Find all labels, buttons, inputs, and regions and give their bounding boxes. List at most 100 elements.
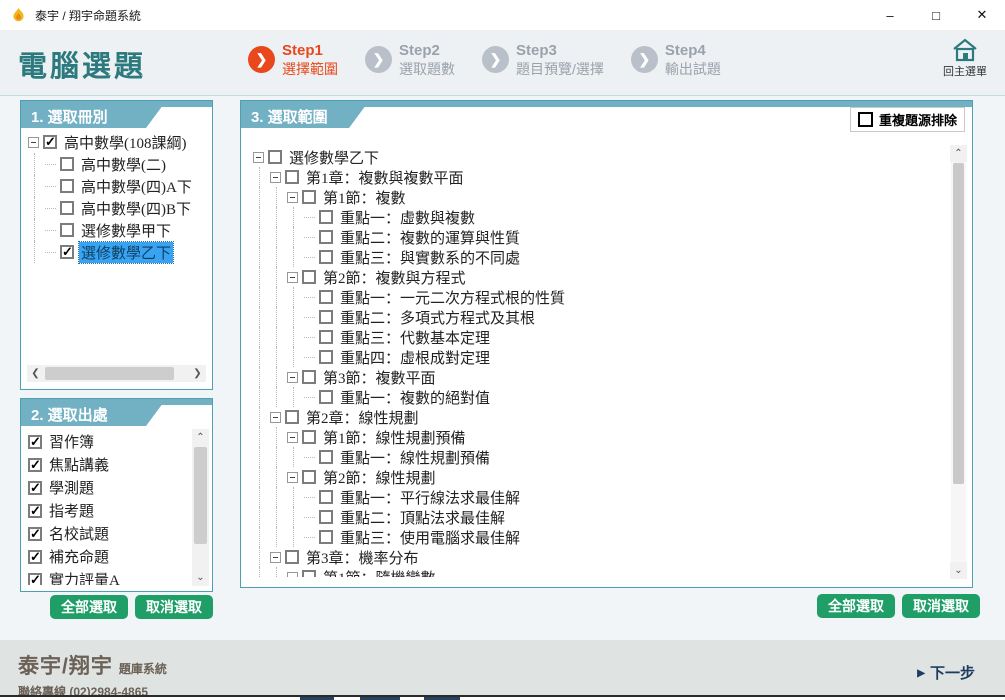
deselect-all-button[interactable]: 取消選取 (135, 595, 213, 619)
checkbox[interactable] (319, 250, 333, 264)
maximize-icon[interactable]: □ (913, 0, 959, 30)
checkbox[interactable]: ✓ (28, 527, 42, 541)
collapse-toggle-icon[interactable] (287, 372, 298, 383)
step-step4[interactable]: ❯Step4輸出試題 (631, 41, 721, 78)
scope-item-label[interactable]: 第3節：複數平面 (321, 367, 438, 388)
book-item-label[interactable]: 高中數學(四)B下 (79, 198, 193, 219)
collapse-toggle-icon[interactable] (287, 192, 298, 203)
collapse-toggle-icon[interactable] (253, 152, 264, 163)
collapse-toggle-icon[interactable] (287, 272, 298, 283)
book-item-label[interactable]: 高中數學(二) (79, 154, 168, 175)
step-step1[interactable]: ❯Step1選擇範圍 (248, 41, 338, 78)
deselect-all-button[interactable]: 取消選取 (902, 594, 980, 618)
checkbox[interactable] (285, 550, 299, 564)
dedupe-checkbox[interactable] (858, 112, 873, 127)
scope-item-label[interactable]: 重點一：平行線法求最佳解 (338, 487, 522, 508)
checkbox[interactable] (60, 223, 74, 237)
select-all-button[interactable]: 全部選取 (817, 594, 895, 618)
checkbox[interactable] (60, 201, 74, 215)
source-item-label[interactable]: 學測題 (47, 477, 96, 498)
book-item-label[interactable]: 高中數學(108課綱) (62, 132, 189, 153)
scope-item-label[interactable]: 重點二：多項式方程式及其根 (338, 307, 537, 328)
scrollbar-thumb[interactable] (953, 163, 964, 484)
panel1-horizontal-scrollbar[interactable]: ❮ ❯ (27, 365, 206, 382)
collapse-toggle-icon[interactable] (287, 472, 298, 483)
checkbox[interactable] (268, 150, 282, 164)
checkbox[interactable] (319, 530, 333, 544)
minimize-icon[interactable]: – (867, 0, 913, 30)
dedupe-option[interactable]: 重複題源排除 (850, 107, 965, 132)
scope-item-label[interactable]: 第3章：機率分布 (304, 547, 421, 568)
checkbox[interactable]: ✓ (28, 458, 42, 472)
checkbox[interactable] (60, 179, 74, 193)
home-button[interactable]: 回主選單 (935, 37, 995, 79)
scope-item-label[interactable]: 重點二：複數的運算與性質 (338, 227, 522, 248)
source-item-label[interactable]: 指考題 (47, 500, 96, 521)
checkbox[interactable]: ✓ (28, 550, 42, 564)
checkbox[interactable] (302, 270, 316, 284)
scroll-down-icon[interactable]: ⌄ (950, 562, 967, 579)
book-item-label[interactable]: 選修數學乙下 (79, 242, 173, 263)
scope-item-label[interactable]: 重點三：代數基本定理 (338, 327, 492, 348)
scope-item-label[interactable]: 第2章：線性規劃 (304, 407, 421, 428)
checkbox[interactable] (319, 290, 333, 304)
source-item-label[interactable]: 補充命題 (47, 546, 111, 567)
scroll-right-icon[interactable]: ❯ (189, 365, 206, 382)
checkbox[interactable] (302, 370, 316, 384)
collapse-toggle-icon[interactable] (270, 552, 281, 563)
checkbox[interactable] (319, 310, 333, 324)
source-item-label[interactable]: 習作簿 (47, 431, 96, 452)
scroll-up-icon[interactable]: ⌃ (950, 145, 967, 162)
scope-item-label[interactable]: 第1節：隨機變數 (321, 567, 438, 578)
scope-item-label[interactable]: 重點一：複數的絕對值 (338, 387, 492, 408)
panel2-vertical-scrollbar[interactable]: ⌃ ⌄ (192, 429, 209, 586)
scope-item-label[interactable]: 重點一：一元二次方程式根的性質 (338, 287, 567, 308)
scope-item-label[interactable]: 重點一：虛數與複數 (338, 207, 477, 228)
source-item-label[interactable]: 實力評量A (47, 569, 122, 585)
panel3-vertical-scrollbar[interactable]: ⌃ ⌄ (951, 145, 966, 579)
step-step3[interactable]: ❯Step3題目預覽/選擇 (482, 41, 604, 78)
checkbox[interactable]: ✓ (28, 504, 42, 518)
checkbox[interactable]: ✓ (28, 435, 42, 449)
checkbox[interactable] (319, 510, 333, 524)
scope-item-label[interactable]: 重點四：虛根成對定理 (338, 347, 492, 368)
scope-item-label[interactable]: 重點三：使用電腦求最佳解 (338, 527, 522, 548)
step-step2[interactable]: ❯Step2選取題數 (365, 41, 455, 78)
scope-item-label[interactable]: 重點三：與實數系的不同處 (338, 247, 522, 268)
scope-item-label[interactable]: 重點一：線性規劃預備 (338, 447, 492, 468)
scrollbar-thumb[interactable] (194, 447, 207, 544)
checkbox[interactable] (302, 570, 316, 577)
book-item-label[interactable]: 高中數學(四)A下 (79, 176, 194, 197)
scope-item-label[interactable]: 第1章：複數與複數平面 (304, 167, 466, 188)
checkbox[interactable]: ✓ (60, 245, 74, 259)
scope-item-label[interactable]: 第2節：複數與方程式 (321, 267, 468, 288)
scope-item-label[interactable]: 第1節：複數 (321, 187, 408, 208)
checkbox[interactable] (302, 430, 316, 444)
collapse-toggle-icon[interactable] (270, 412, 281, 423)
checkbox[interactable] (319, 210, 333, 224)
scroll-up-icon[interactable]: ⌃ (192, 429, 209, 446)
scroll-down-icon[interactable]: ⌄ (192, 569, 209, 586)
select-all-button[interactable]: 全部選取 (50, 595, 128, 619)
next-step-button[interactable]: ▶下一步 (917, 662, 975, 683)
scrollbar-thumb[interactable] (45, 367, 174, 380)
checkbox[interactable]: ✓ (28, 481, 42, 495)
collapse-toggle-icon[interactable] (270, 172, 281, 183)
source-item-label[interactable]: 名校試題 (47, 523, 111, 544)
checkbox[interactable] (319, 330, 333, 344)
collapse-toggle-icon[interactable] (28, 137, 39, 148)
checkbox[interactable] (319, 450, 333, 464)
checkbox[interactable] (319, 490, 333, 504)
checkbox[interactable] (319, 230, 333, 244)
scope-item-label[interactable]: 選修數學乙下 (287, 147, 381, 168)
checkbox[interactable] (319, 350, 333, 364)
checkbox[interactable]: ✓ (28, 573, 42, 586)
scroll-left-icon[interactable]: ❮ (27, 365, 44, 382)
scope-item-label[interactable]: 第2節：線性規劃 (321, 467, 438, 488)
source-item-label[interactable]: 焦點講義 (47, 454, 111, 475)
checkbox[interactable]: ✓ (43, 135, 57, 149)
checkbox[interactable] (60, 157, 74, 171)
checkbox[interactable] (302, 190, 316, 204)
collapse-toggle-icon[interactable] (287, 572, 298, 578)
scope-item-label[interactable]: 第1節：線性規劃預備 (321, 427, 468, 448)
